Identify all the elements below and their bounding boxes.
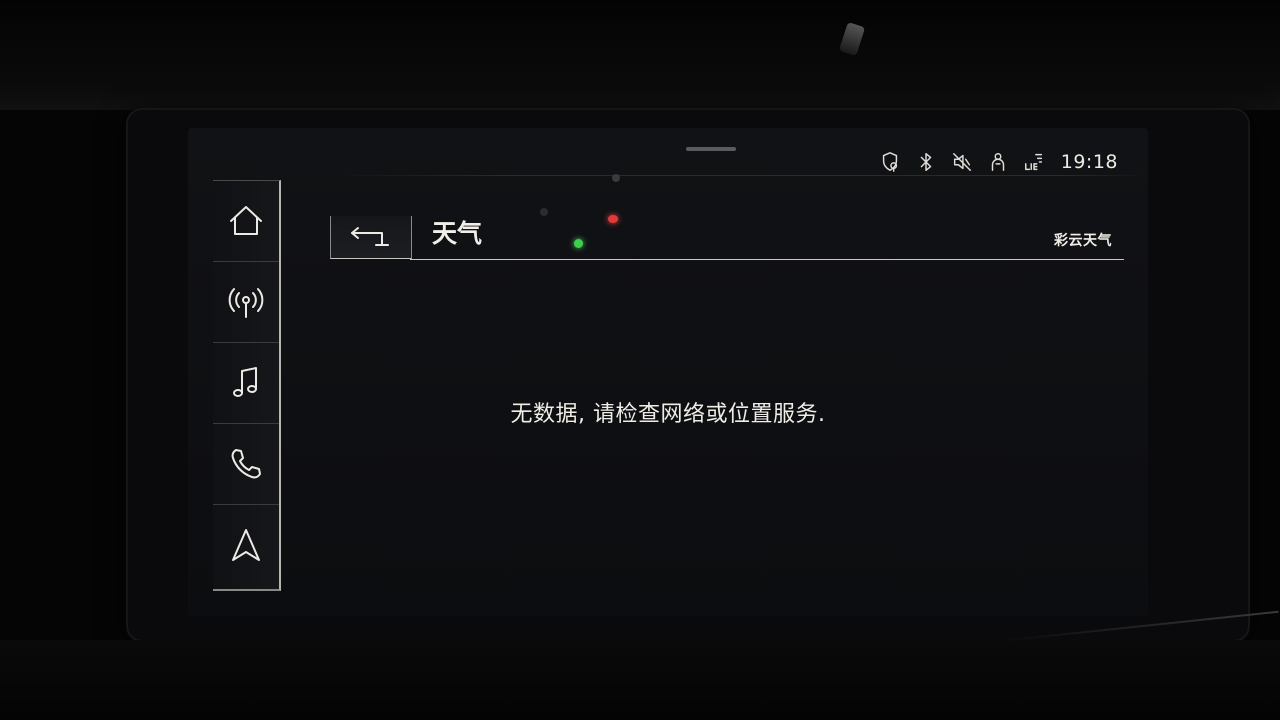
home-icon [230, 206, 262, 235]
phone-icon [231, 449, 261, 479]
rail-item-navigation[interactable] [213, 505, 279, 585]
clock: 19:18 [1060, 151, 1118, 173]
rail-item-radio[interactable] [213, 262, 279, 343]
rail-item-home[interactable] [213, 181, 279, 262]
dashboard-bottom [0, 640, 1280, 720]
rail-item-phone[interactable] [213, 424, 279, 505]
status-bar: 19:18 [879, 148, 1118, 176]
weather-provider-logo: 彩云天气 [1054, 233, 1112, 249]
location-pin-shield-icon[interactable] [879, 151, 901, 173]
navigation-arrow-icon [232, 529, 260, 561]
reflection-light-red [608, 215, 618, 223]
back-button[interactable] [330, 216, 412, 259]
no-data-message: 无数据, 请检查网络或位置服务. [510, 402, 826, 427]
bluetooth-icon[interactable] [915, 151, 937, 173]
left-nav-rail [213, 180, 281, 591]
dashboard-top [0, 0, 1280, 110]
user-icon[interactable] [987, 151, 1009, 173]
back-arrow-icon [351, 227, 389, 246]
reflection-light-green [574, 239, 583, 248]
header-divider [410, 259, 1124, 260]
notification-pull-handle[interactable] [686, 147, 736, 151]
infotainment-screen: 19:18 天气 彩云天气 无数据, 请检查网络或位置服务. [188, 128, 1148, 616]
page-title: 天气 [432, 219, 483, 248]
lte-signal-icon [1023, 151, 1045, 173]
mute-icon[interactable] [951, 151, 973, 173]
radio-antenna-icon [228, 288, 264, 318]
glare-spot [540, 208, 548, 216]
glare-spot [612, 174, 620, 182]
